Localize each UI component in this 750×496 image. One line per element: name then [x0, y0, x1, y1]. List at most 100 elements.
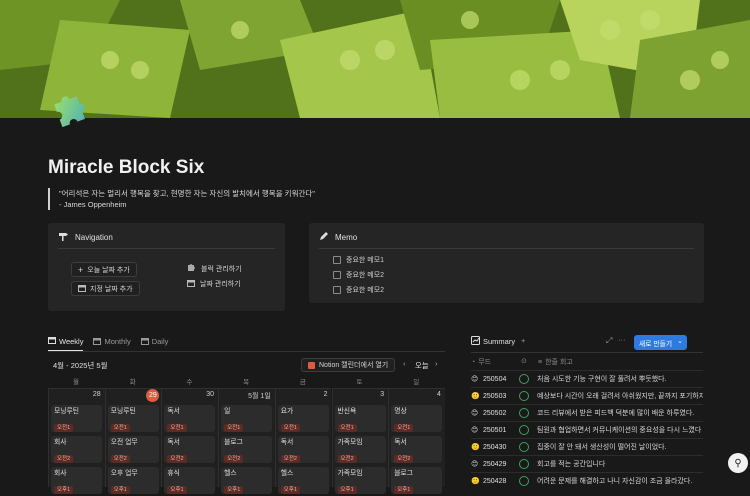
memo-item[interactable]: 중요한 메모2 [333, 270, 384, 280]
status-ring-icon [519, 425, 529, 435]
memo-title: Memo [335, 233, 358, 242]
memo-item[interactable]: 중요한 메모2 [333, 285, 384, 295]
calendar-event[interactable]: 독서 오전2 [277, 436, 329, 463]
row-date: 250504 [483, 375, 507, 383]
table-row[interactable]: 😊 250501 팀원과 협업하면서 커뮤니케이션의 중요성을 다시 느꼈다 [471, 421, 703, 438]
help-button[interactable]: ⚲ [728, 453, 748, 473]
calendar-event[interactable]: 독서 오전2 [164, 436, 216, 463]
calendar-event[interactable]: 회사 오전2 [51, 436, 102, 463]
column-header-date[interactable]: ◔ 무드 [471, 357, 491, 367]
cover-image [0, 0, 750, 118]
calendar-event[interactable]: 요가 오전1 [277, 405, 329, 432]
column-header-status[interactable]: ⊙ [521, 357, 527, 365]
calendar-day-cell[interactable]: 28 모닝루틴 오전1 회사 오전2 회사 오후1 [48, 388, 105, 494]
table-row[interactable]: 🙂 250428 어려운 문제를 해결하고 나니 자신감이 조금 올라갔다. [471, 472, 703, 489]
puzzle-icon [48, 92, 90, 134]
calendar-event[interactable]: 반신욕 오전1 [334, 405, 386, 432]
navigation-title: Navigation [75, 233, 113, 242]
calendar-event[interactable]: 헬스 오후1 [277, 467, 329, 494]
calendar-event[interactable]: 모닝루틴 오전1 [51, 405, 102, 432]
calendar-event[interactable]: 가족모임 오후1 [334, 467, 386, 494]
calendar-day-cell[interactable]: 2 요가 오전1 독서 오전2 헬스 오후1 [274, 388, 332, 494]
clock-icon: ◔ [471, 358, 476, 366]
table-row[interactable]: 🙂 250503 예상보다 시간이 오래 걸려서 아쉬웠지만, 끝까지 포기하지 않 [471, 387, 703, 404]
table-row[interactable]: 🙂 250430 집중이 잘 안 돼서 생산성이 떨어진 날이었다. [471, 438, 703, 455]
row-date: 250429 [483, 460, 507, 468]
calendar-event[interactable]: 회사 오후1 [51, 467, 102, 494]
event-title: 독서 [394, 439, 407, 446]
table-row[interactable]: 😊 250504 처음 시도한 기능 구현이 잘 풀려서 뿌듯했다. [471, 370, 703, 387]
event-title: 일 [224, 408, 231, 415]
row-text: 처음 시도한 기능 구현이 잘 풀려서 뿌듯했다. [537, 376, 667, 383]
mood-emoji: 🙂 [471, 393, 480, 400]
more-icon[interactable]: ··· [618, 335, 626, 344]
calendar-event[interactable]: 일 오전1 [221, 405, 273, 432]
expand-icon[interactable]: ⤢ [606, 336, 612, 346]
tab-daily[interactable]: Daily [140, 336, 169, 351]
manage-dates-label: 날짜 관리하기 [200, 281, 241, 288]
status-ring-icon [519, 442, 529, 452]
manage-blocks-link[interactable]: 블럭 관리하기 [187, 263, 242, 274]
chevron-right-icon[interactable]: › [435, 359, 438, 368]
calendar-event[interactable]: 가족모임 오전2 [334, 436, 386, 463]
event-title: 독서 [280, 439, 294, 446]
event-tag: 오후1 [110, 486, 130, 494]
checkbox[interactable] [333, 271, 341, 279]
help-icon: ⚲ [734, 457, 742, 469]
calendar-event[interactable]: 모닝루틴 오전1 [107, 405, 159, 432]
event-title: 가족모임 [337, 470, 363, 477]
summary-title: Summary [483, 337, 516, 346]
today-button[interactable]: 오늘 [415, 360, 429, 371]
calendar-event[interactable]: 휴식 오후1 [164, 467, 216, 494]
calendar-day-cell[interactable]: 5월 1일 일 오전1 블로그 오전2 헬스 오후1 [218, 388, 275, 494]
add-view-icon[interactable]: + [521, 336, 525, 345]
calendar-event[interactable]: 독서 오전1 [164, 405, 216, 432]
calendar-event[interactable]: 헬스 오후1 [221, 467, 273, 494]
calendar-event[interactable]: 오전 업무 오전2 [107, 436, 159, 463]
event-title: 블로그 [224, 439, 243, 446]
chevron-left-icon[interactable]: ‹ [403, 359, 406, 368]
calendar-day-cell[interactable]: 3 반신욕 오전1 가족모임 오전2 가족모임 오후1 [331, 388, 389, 494]
event-title: 오후 업무 [110, 470, 138, 477]
day-number: 2 [323, 391, 328, 398]
calendar-event[interactable]: 독서오전2 [391, 436, 443, 463]
tab-daily-label: Daily [151, 337, 169, 346]
calendar-event[interactable]: 명상 오전1 [391, 405, 443, 432]
weekday-label: 월 [73, 379, 79, 386]
event-tag: 오후1 [167, 486, 187, 494]
memo-item-label: 중요한 메모2 [346, 272, 385, 279]
quote-block: "어리석은 자는 멀리서 행복을 찾고, 현명한 자는 자신의 발치에서 행복을… [48, 188, 315, 210]
memo-item-label: 중요한 메모1 [346, 257, 385, 264]
calendar-day-cell[interactable]: 29 모닝루틴 오전1 오전 업무 오전2 오후 업무 오후1 [104, 388, 162, 494]
row-text: 어려운 문제를 해결하고 나니 자신감이 조금 올라갔다. [537, 478, 693, 485]
add-today-button[interactable]: + 오늘 날짜 추가 [71, 262, 137, 277]
event-title: 독서 [167, 439, 180, 446]
event-title: 반신욕 [337, 408, 357, 415]
memo-item[interactable]: 중요한 메모1 [333, 255, 384, 265]
divider [319, 248, 694, 249]
event-title: 오전 업무 [110, 439, 138, 446]
event-tag: 오전2 [394, 455, 414, 463]
quote-text: "어리석은 자는 멀리서 행복을 찾고, 현명한 자는 자신의 발치에서 행복을… [59, 189, 315, 198]
calendar-icon [48, 336, 56, 346]
tab-weekly[interactable]: Weekly [48, 336, 84, 351]
tab-monthly[interactable]: Monthly [93, 336, 131, 351]
new-button[interactable]: 새로 만들기 ⌄ [634, 335, 687, 350]
add-date-button[interactable]: 지정 날짜 추가 [71, 281, 140, 296]
pencil-icon [319, 232, 328, 243]
table-row[interactable]: 😊 250429 회고를 적는 공간입니다 [471, 455, 703, 472]
table-row[interactable]: 😊 250502 코드 리뷰에서 받은 피드백 덕분에 많이 배운 하루였다. [471, 404, 703, 421]
calendar-day-cell[interactable]: 30 독서 오전1 독서 오전2 휴식 오후1 [161, 388, 219, 494]
checkbox[interactable] [333, 286, 341, 294]
manage-dates-link[interactable]: 날짜 관리하기 [187, 279, 241, 289]
checkbox[interactable] [333, 256, 341, 264]
status-icon: ⊙ [521, 358, 527, 365]
column-header-text[interactable]: ≡ 한줄 회고 [538, 357, 573, 367]
calendar-event[interactable]: 블로그 오후1 [391, 467, 443, 494]
weekday-label: 토 [356, 379, 363, 386]
calendar-event[interactable]: 블로그 오전2 [221, 436, 273, 463]
calendar-day-cell[interactable]: 4 명상 오전1 독서 오전2 블로그 오후1 [388, 388, 445, 494]
calendar-event[interactable]: 오후 업무오후1 [107, 467, 159, 494]
open-notion-calendar-button[interactable]: Notion 캘린더에서 열기 [301, 358, 396, 372]
chevron-down-icon[interactable]: ⌄ [677, 337, 683, 345]
